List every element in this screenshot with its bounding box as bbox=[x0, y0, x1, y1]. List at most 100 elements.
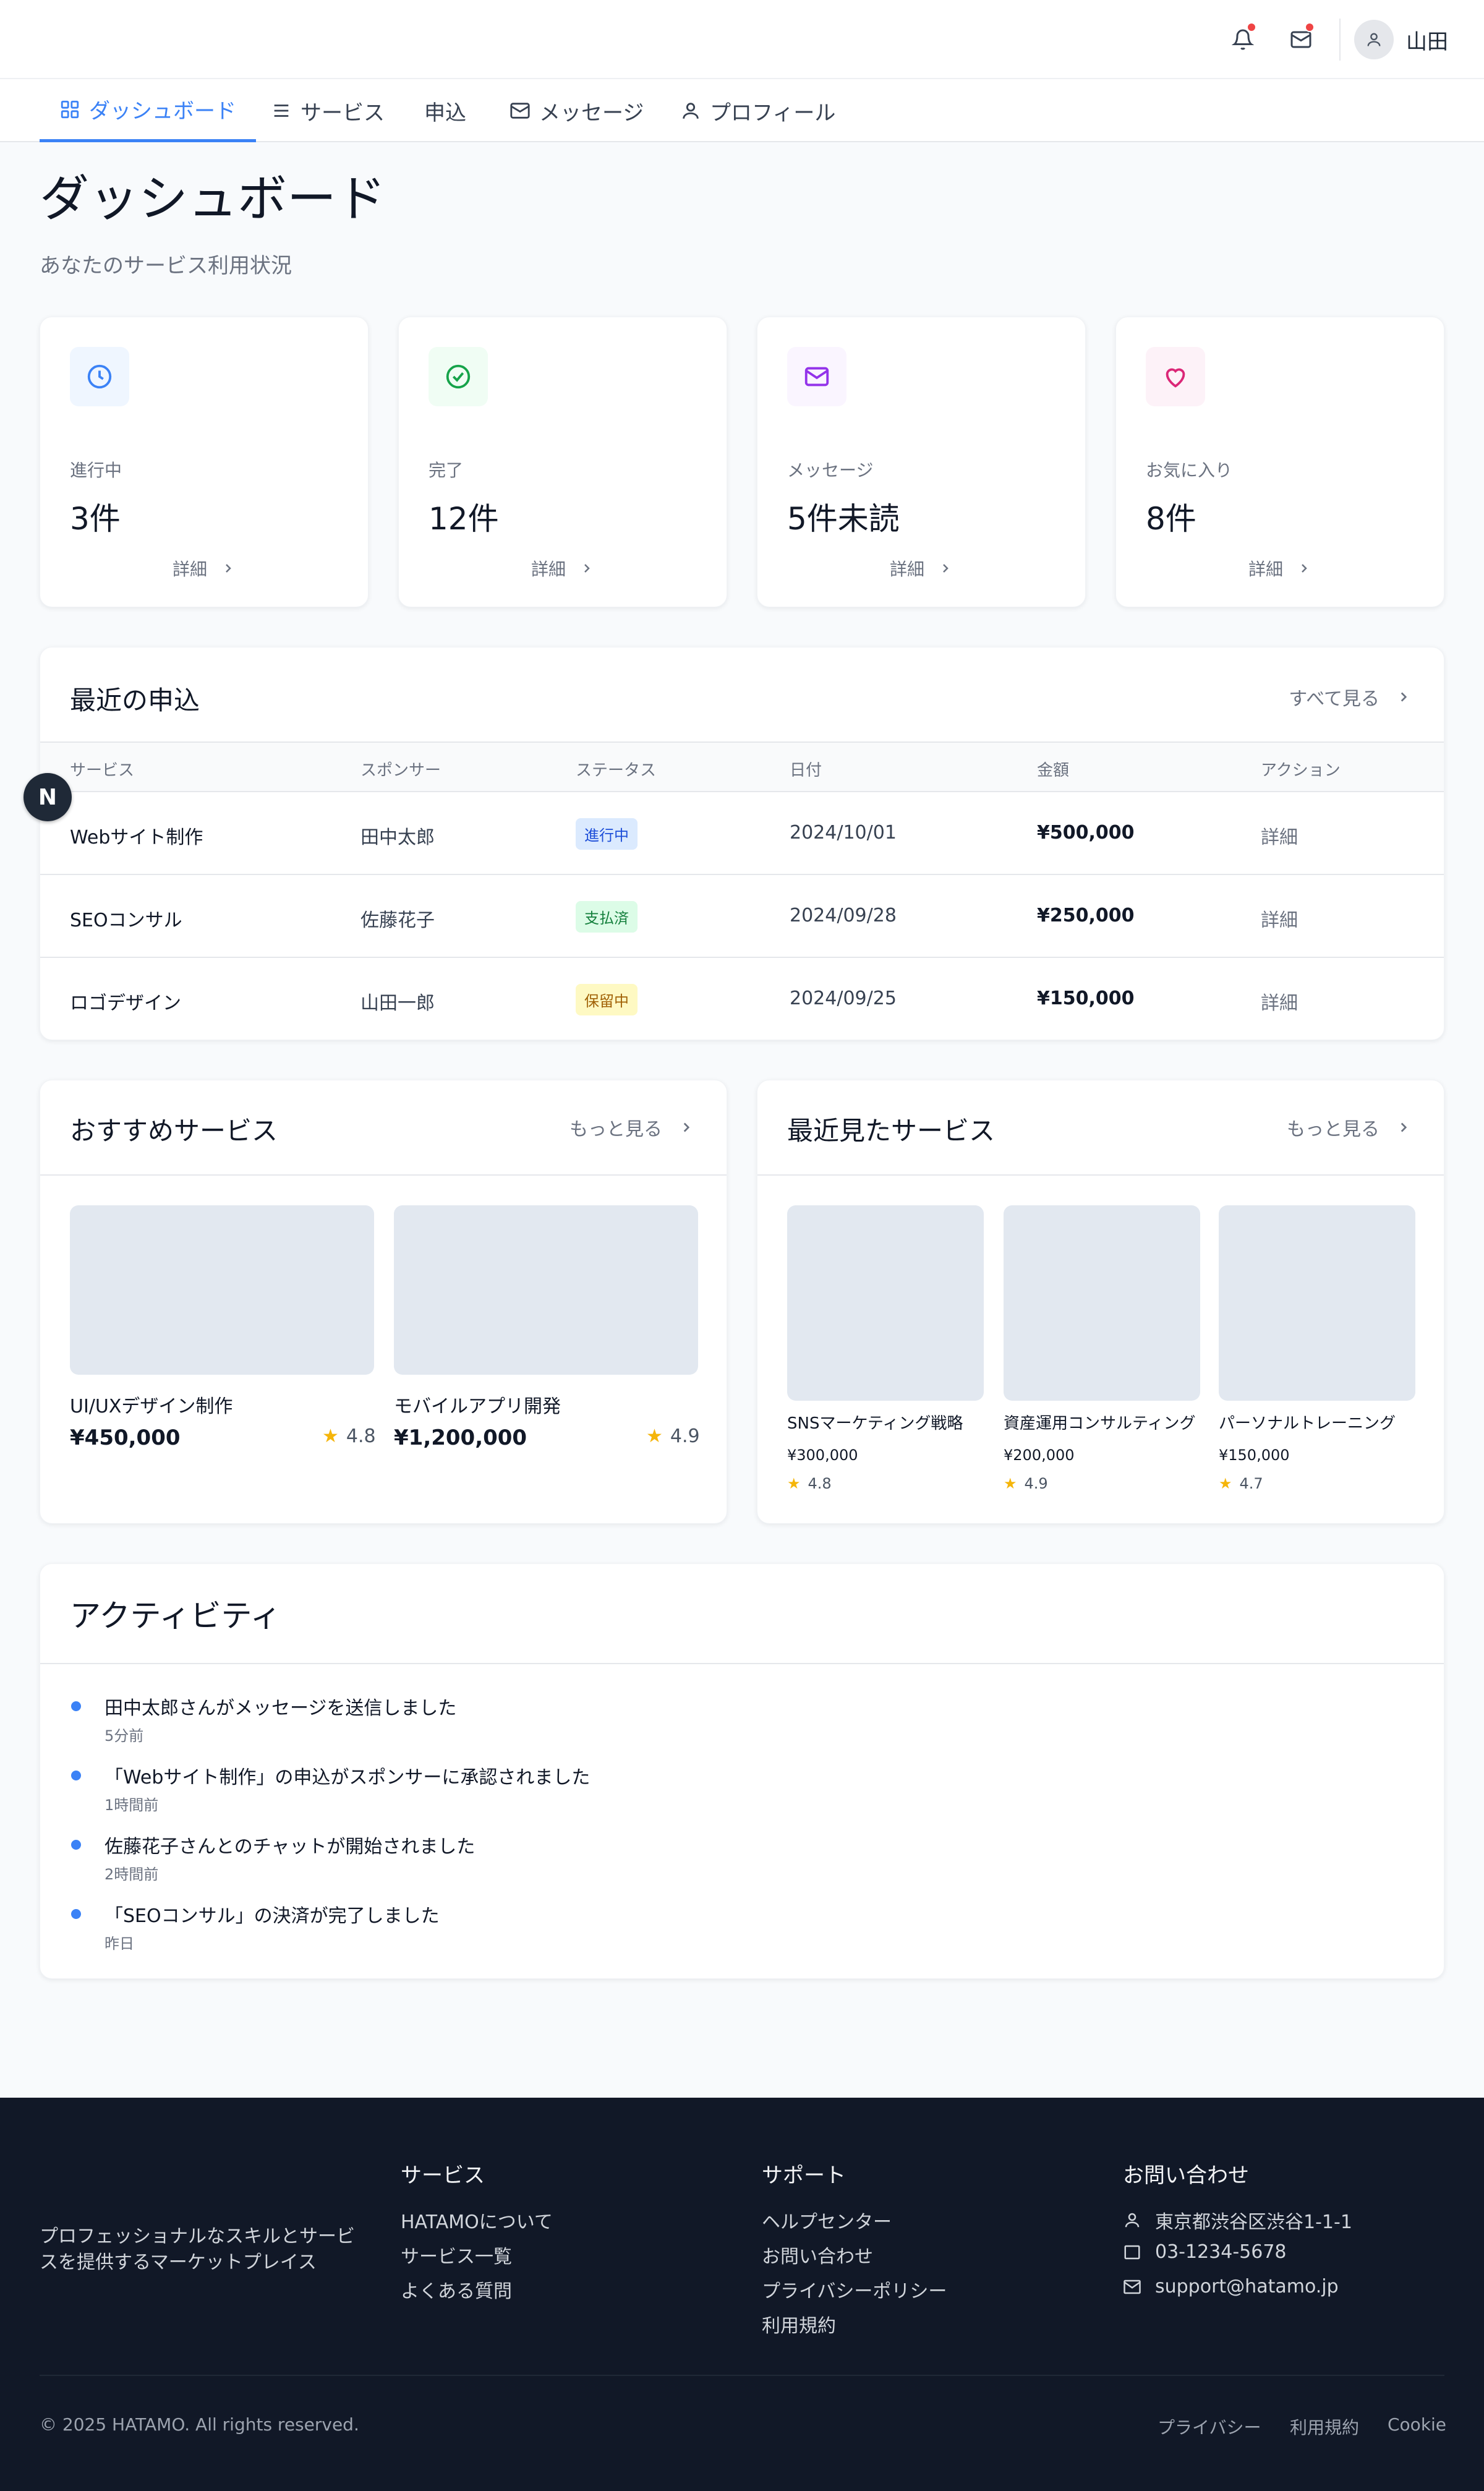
table-row: SEOコンサル 佐藤花子 支払済 2024/09/28 ¥250,000 詳細 bbox=[40, 875, 1444, 958]
email-text: support@hatamo.jp bbox=[1155, 2276, 1339, 2297]
stat-detail-link[interactable]: 詳細 bbox=[40, 556, 368, 581]
amount-cell: ¥250,000 bbox=[1037, 905, 1135, 926]
activity-dot bbox=[71, 1840, 81, 1850]
column-header: 日付 bbox=[790, 761, 822, 780]
activity-text: 佐藤花子さんとのチャットが開始されました bbox=[104, 1836, 475, 1858]
stat-icon-box bbox=[429, 347, 488, 406]
footer-link[interactable]: ヘルプセンター bbox=[762, 2207, 892, 2234]
activity-dot bbox=[71, 1909, 81, 1919]
location-icon bbox=[1125, 2213, 1140, 2228]
user-name: 山田 bbox=[1406, 29, 1448, 54]
recent-applications-card: 最近の申込 すべて見る サービス スポンサー ステータス 日付 金額 アクション… bbox=[40, 647, 1444, 1040]
tab-label: プロフィール bbox=[710, 100, 836, 126]
notification-dot bbox=[1247, 22, 1256, 32]
detail-link[interactable]: 詳細 bbox=[1261, 822, 1298, 849]
phone-text: 03-1234-5678 bbox=[1155, 2241, 1287, 2263]
footer-privacy-link[interactable]: プライバシー bbox=[1158, 2414, 1261, 2439]
user-icon bbox=[683, 103, 699, 119]
copyright: © 2025 HATAMO. All rights reserved. bbox=[40, 2414, 359, 2435]
more-link[interactable]: もっと見る bbox=[1287, 1114, 1412, 1141]
service-thumbnail bbox=[1004, 1205, 1200, 1401]
footer-link[interactable]: プライバシーポリシー bbox=[762, 2276, 947, 2303]
column-header: アクション bbox=[1261, 761, 1341, 780]
service-rating: ★ 4.7 bbox=[1219, 1475, 1263, 1492]
stat-card-in-progress: 進行中 3件 詳細 bbox=[40, 317, 369, 607]
status-badge: 進行中 bbox=[576, 818, 638, 850]
activity-text: 「SEOコンサル」の決済が完了しました bbox=[104, 1905, 440, 1927]
mail-icon bbox=[1124, 2280, 1141, 2294]
check-circle-icon bbox=[446, 364, 471, 389]
user-icon bbox=[1367, 33, 1381, 46]
messages-button[interactable] bbox=[1284, 17, 1318, 62]
stat-card-completed: 完了 12件 詳細 bbox=[398, 317, 727, 607]
stat-value: 8件 bbox=[1146, 501, 1196, 537]
date-cell: 2024/09/28 bbox=[790, 905, 897, 926]
footer-link[interactable]: お問い合わせ bbox=[762, 2241, 873, 2268]
footer-link[interactable]: 利用規約 bbox=[762, 2310, 836, 2338]
service-price: ¥150,000 bbox=[1219, 1446, 1290, 1464]
service-cell: Webサイト制作 bbox=[70, 827, 203, 848]
activity-dot bbox=[71, 1701, 81, 1711]
floating-dev-badge[interactable]: N bbox=[23, 773, 72, 821]
detail-link[interactable]: 詳細 bbox=[1261, 905, 1298, 932]
more-label: もっと見る bbox=[569, 1119, 662, 1140]
stat-value: 12件 bbox=[429, 501, 499, 537]
notification-button[interactable] bbox=[1226, 17, 1260, 62]
service-price: ¥450,000 bbox=[70, 1425, 181, 1450]
footer-link[interactable]: よくある質問 bbox=[401, 2276, 512, 2303]
stat-detail-link[interactable]: 詳細 bbox=[757, 556, 1085, 581]
activity-text: 「Webサイト制作」の申込がスポンサーに承認されました bbox=[104, 1767, 591, 1788]
star-icon: ★ bbox=[646, 1425, 663, 1447]
service-price: ¥300,000 bbox=[787, 1446, 858, 1464]
rating-value: 4.9 bbox=[670, 1425, 700, 1447]
tab-label: ダッシュボード bbox=[89, 99, 236, 124]
section-title: 最近の申込 bbox=[70, 685, 200, 716]
page-subtitle: あなたのサービス利用状況 bbox=[40, 254, 292, 278]
date-cell: 2024/09/25 bbox=[790, 988, 897, 1009]
footer-email[interactable]: support@hatamo.jp bbox=[1123, 2276, 1339, 2297]
service-name: パーソナルトレーニング bbox=[1219, 1414, 1396, 1433]
column-header: 金額 bbox=[1037, 761, 1070, 780]
footer-terms-link[interactable]: 利用規約 bbox=[1290, 2414, 1359, 2439]
grid-icon bbox=[61, 100, 79, 118]
detail-link[interactable]: 詳細 bbox=[1261, 988, 1298, 1015]
stat-link-label: 詳細 bbox=[531, 559, 566, 579]
footer-link[interactable]: HATAMOについて bbox=[401, 2207, 553, 2234]
tab-profile[interactable]: プロフィール bbox=[660, 79, 855, 142]
stat-detail-link[interactable]: 詳細 bbox=[1116, 556, 1444, 581]
service-thumbnail bbox=[1219, 1205, 1415, 1401]
sponsor-cell: 山田一郎 bbox=[360, 993, 435, 1014]
footer-heading: お問い合わせ bbox=[1123, 2163, 1249, 2188]
user-menu[interactable]: 山田 bbox=[1354, 19, 1448, 61]
mail-icon bbox=[804, 367, 829, 387]
stat-card-favorites: お気に入り 8件 詳細 bbox=[1115, 317, 1444, 607]
tab-label: メッセージ bbox=[539, 100, 644, 126]
site-footer: プロフェッショナルなスキルとサービスを提供するマーケットプレイス サービス HA… bbox=[0, 2098, 1484, 2491]
view-all-label: すべて見る bbox=[1289, 688, 1380, 710]
rating-value: 4.7 bbox=[1239, 1475, 1263, 1492]
stat-value: 3件 bbox=[70, 501, 121, 537]
tab-dashboard[interactable]: ダッシュボード bbox=[40, 79, 256, 142]
table-header: サービス スポンサー ステータス 日付 金額 アクション bbox=[40, 741, 1444, 792]
more-link[interactable]: もっと見る bbox=[569, 1114, 694, 1141]
service-cell: ロゴデザイン bbox=[70, 993, 181, 1014]
view-all-link[interactable]: すべて見る bbox=[1289, 683, 1412, 711]
clock-icon bbox=[87, 364, 112, 389]
stat-icon-box bbox=[70, 347, 129, 406]
footer-address: 東京都渋谷区渋谷1-1-1 bbox=[1123, 2207, 1352, 2234]
footer-link[interactable]: サービス一覧 bbox=[401, 2241, 512, 2268]
tab-applications[interactable]: 申込 bbox=[404, 79, 486, 142]
tab-services[interactable]: サービス bbox=[251, 79, 404, 142]
footer-tagline: プロフェッショナルなスキルとサービスを提供するマーケットプレイス bbox=[40, 2226, 355, 2273]
stat-link-label: 詳細 bbox=[889, 559, 924, 579]
stat-detail-link[interactable]: 詳細 bbox=[399, 556, 727, 581]
stat-label: お気に入り bbox=[1146, 460, 1233, 481]
column-header: スポンサー bbox=[360, 761, 441, 780]
footer-cookie-link[interactable]: Cookie bbox=[1388, 2414, 1446, 2435]
chevron-right-icon bbox=[584, 564, 590, 573]
activity-time: 2時間前 bbox=[104, 1866, 159, 1883]
service-thumbnail bbox=[787, 1205, 984, 1401]
service-thumbnail bbox=[394, 1205, 698, 1375]
tab-messages[interactable]: メッセージ bbox=[490, 79, 663, 142]
star-icon: ★ bbox=[1219, 1475, 1232, 1492]
